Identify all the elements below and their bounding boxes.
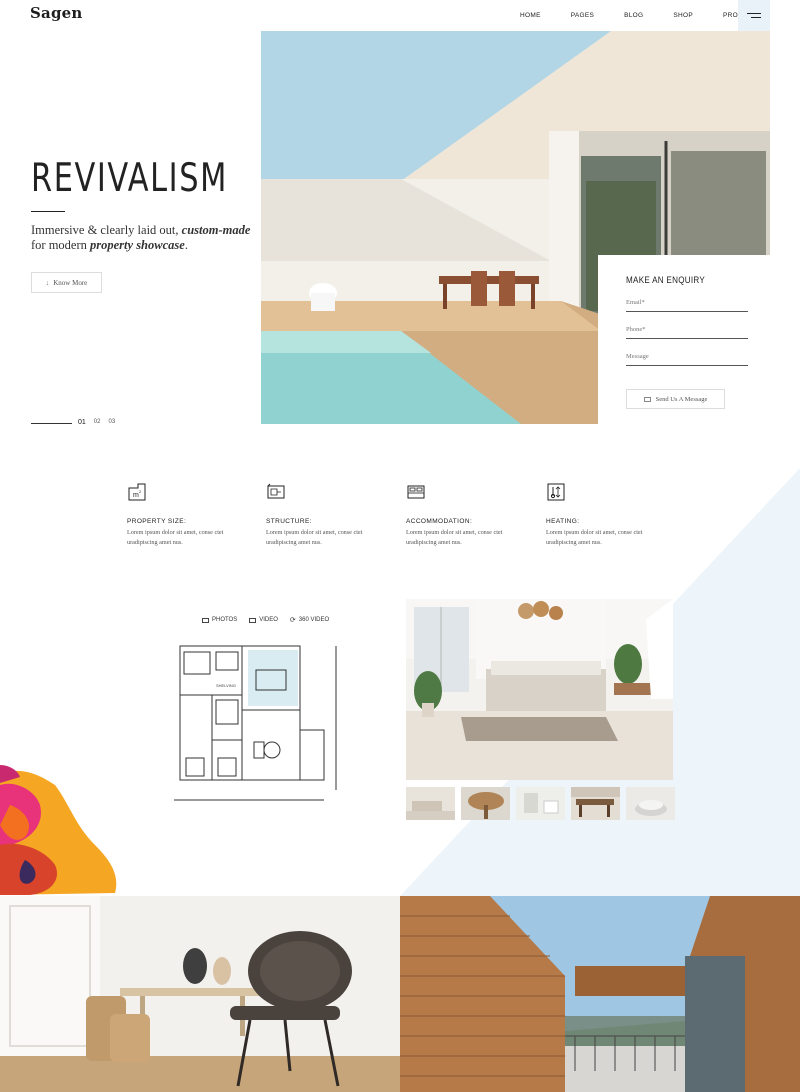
hero-title: REVIVALISM — [31, 156, 228, 201]
area-m2-icon: m 2 — [128, 483, 146, 501]
nav-pages[interactable]: PAGES — [571, 12, 594, 19]
tab-360-video[interactable]: ⟳ 360 VIDEO — [290, 616, 329, 624]
slide-number[interactable]: 03 — [108, 419, 115, 426]
phone-field[interactable]: Phone* — [626, 326, 748, 339]
know-more-label: Know More — [53, 278, 88, 287]
envelope-icon — [643, 396, 651, 402]
hamburger-icon[interactable] — [738, 0, 770, 31]
gallery-main-image[interactable] — [406, 599, 673, 780]
feature-text: Lorem ipsum dolor sit amet, conse ctet u… — [406, 529, 503, 546]
send-message-label: Send Us A Message — [655, 395, 708, 403]
thumbnail-image — [406, 787, 455, 820]
thumbnail-image — [626, 787, 675, 820]
floor-plan-label: SHELVING — [216, 683, 236, 688]
message-field[interactable]: Message — [626, 353, 748, 366]
tab-label: 360 VIDEO — [298, 617, 330, 623]
slider-pagination: 01 02 03 — [78, 419, 115, 426]
slide-number[interactable]: 01 — [78, 419, 86, 426]
gallery-thumbnail[interactable] — [571, 787, 620, 820]
email-field[interactable]: Email* — [626, 299, 748, 312]
feature-title: STRUCTURE: — [266, 518, 312, 525]
paint-splash-decoration — [0, 765, 117, 895]
nav-home[interactable]: HOME — [520, 12, 541, 19]
feature-accommodation: ACCOMMODATION: Lorem ipsum dolor sit ame… — [406, 482, 526, 548]
feature-structure: STRUCTURE: Lorem ipsum dolor sit amet, c… — [266, 482, 386, 548]
video-icon — [249, 617, 257, 623]
nav-shop[interactable]: SHOP — [673, 12, 693, 19]
blueprint-icon — [267, 483, 285, 499]
slider-progress-line — [31, 423, 72, 424]
send-message-button[interactable]: Send Us A Message — [626, 389, 725, 409]
feature-text: Lorem ipsum dolor sit amet, conse ctet u… — [127, 529, 224, 546]
floor-plan: SHELVING — [174, 645, 337, 801]
feature-title: HEATING: — [546, 518, 580, 525]
bed-icon — [407, 485, 425, 499]
hero-subtitle-emphasis: custom-made — [181, 223, 251, 237]
feature-title: PROPERTY SIZE: — [127, 518, 187, 525]
gallery-thumbnail[interactable] — [516, 787, 565, 820]
feature-property-size: m 2 PROPERTY SIZE: Lorem ipsum dolor sit… — [127, 482, 247, 548]
svg-text:2: 2 — [139, 489, 142, 494]
thumbnail-image — [571, 787, 620, 820]
enquiry-title: MAKE AN ENQUIRY — [626, 275, 706, 285]
photo-icon — [202, 617, 209, 623]
menu-line — [747, 13, 761, 14]
know-more-button[interactable]: ↓ Know More — [31, 272, 102, 293]
tab-video[interactable]: VIDEO — [249, 616, 278, 624]
tab-label: VIDEO — [259, 617, 278, 623]
hero-subtitle: Immersive & clearly laid out, custom-mad… — [31, 223, 251, 252]
feature-text: Lorem ipsum dolor sit amet, conse ctet u… — [266, 529, 363, 546]
bedroom-illustration — [406, 599, 673, 780]
hero-divider — [31, 211, 65, 212]
feature-heating: HEATING: Lorem ipsum dolor sit amet, con… — [546, 482, 666, 548]
gallery-thumbnails — [406, 787, 675, 820]
gallery-thumbnail[interactable] — [626, 787, 675, 820]
rotate-360-icon: ⟳ — [289, 617, 296, 624]
slide-number[interactable]: 02 — [94, 419, 101, 426]
thermometer-icon — [547, 483, 565, 501]
gallery-thumbnail[interactable] — [461, 787, 510, 820]
arrow-down-icon: ↓ — [45, 278, 50, 287]
wood-facade-illustration — [400, 896, 800, 1092]
interior-chair-image — [0, 896, 400, 1092]
thumbnail-image — [461, 787, 510, 820]
logo[interactable]: Sagen — [30, 4, 83, 22]
feature-text: Lorem ipsum dolor sit amet, conse ctet u… — [546, 529, 643, 546]
chair-illustration — [0, 896, 400, 1092]
enquiry-form: MAKE AN ENQUIRY Email* Phone* Message Se… — [598, 255, 770, 424]
media-tabs: PHOTOS VIDEO ⟳ 360 VIDEO — [202, 616, 329, 624]
feature-title: ACCOMMODATION: — [406, 518, 473, 525]
hero-subtitle-emphasis: property showcase — [90, 238, 185, 252]
thumbnail-image — [516, 787, 565, 820]
tab-label: PHOTOS — [212, 617, 238, 623]
menu-line — [751, 17, 761, 18]
gallery-thumbnail[interactable] — [406, 787, 455, 820]
tab-photos[interactable]: PHOTOS — [202, 616, 237, 624]
wooden-house-image — [400, 896, 800, 1092]
nav-blog[interactable]: BLOG — [624, 12, 643, 19]
